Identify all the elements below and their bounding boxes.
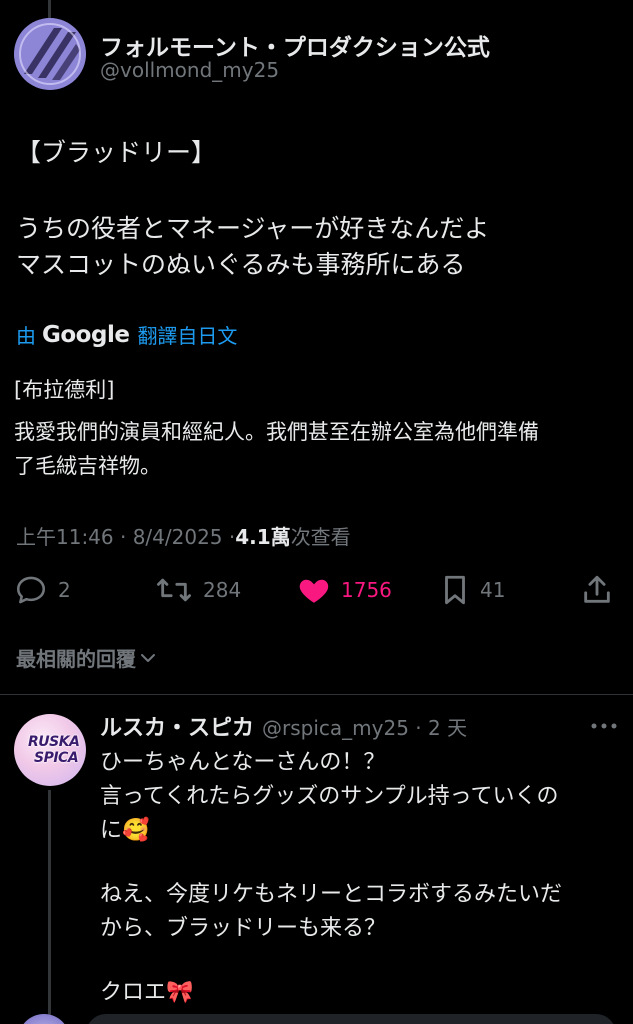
- views-label: 次查看: [290, 525, 351, 549]
- reply-header: ルスカ・スピカ @rspica_my25 · 2 天: [100, 710, 467, 742]
- translation-attribution[interactable]: 由 Google 翻譯自日文: [16, 320, 237, 349]
- avatar-logo-text: RUSKA: [28, 734, 80, 750]
- translation-source[interactable]: 翻譯自日文: [137, 320, 237, 349]
- share-icon: [584, 575, 610, 603]
- bookmark-button[interactable]: 41: [440, 572, 505, 608]
- google-logo: Google: [42, 321, 130, 348]
- like-button[interactable]: 1756: [297, 572, 392, 608]
- translated-text-line: 了毛絨吉祥物。: [14, 454, 161, 478]
- reply-compose-input[interactable]: [86, 1014, 616, 1024]
- reply-text-line: から、ブラッドリーも来る？: [100, 916, 387, 941]
- retweet-button[interactable]: 284: [155, 572, 241, 608]
- reply-text-line: 言ってくれたらグッズのサンプル持っていくの: [100, 784, 559, 809]
- replies-sort-dropdown[interactable]: 最相關的回覆: [16, 643, 158, 672]
- more-icon[interactable]: [590, 722, 618, 730]
- translation-by: 由: [16, 324, 36, 348]
- reply-icon: [16, 576, 46, 604]
- brand-logo-icon: [14, 18, 86, 90]
- retweet-count: 284: [203, 578, 242, 602]
- author-name[interactable]: フォルモーント・プロダクション公式: [100, 28, 490, 62]
- chevron-down-icon: [141, 653, 155, 662]
- bookmark-count: 41: [480, 578, 506, 602]
- timestamp[interactable]: 上午11:46 · 8/4/2025 ·: [16, 521, 235, 550]
- tweet-text-line: うちの役者とマネージャーが好きなんだよ: [16, 214, 490, 243]
- translated-text-line: [布拉德利]: [14, 378, 115, 402]
- share-button[interactable]: [580, 572, 614, 608]
- bookmark-icon: [445, 575, 465, 605]
- thread-line: [48, 0, 51, 18]
- avatar-logo-text: SPICA: [34, 750, 79, 766]
- divider: [0, 694, 633, 695]
- reply-author-name[interactable]: ルスカ・スピカ: [100, 710, 254, 742]
- heart-icon: [299, 579, 329, 603]
- replies-sort-label: 最相關的回覆: [16, 647, 136, 671]
- author-handle[interactable]: @vollmond_my25: [100, 58, 279, 82]
- reply-count: 2: [58, 578, 71, 602]
- tweet-text-line: 【ブラッドリー】: [16, 138, 217, 167]
- author-avatar[interactable]: [14, 18, 86, 90]
- reply-text-line: ねえ、今度リケもネリーとコラボするみたいだ: [100, 882, 563, 907]
- reply-avatar[interactable]: RUSKA SPICA: [14, 714, 86, 786]
- reply-text-line: クロエ🎀: [100, 980, 194, 1005]
- tweet-text-line: マスコットのぬいぐるみも事務所にある: [16, 250, 466, 279]
- thread-line: [48, 790, 51, 1024]
- views-count: 4.1萬: [235, 525, 291, 549]
- user-avatar[interactable]: [18, 1014, 70, 1024]
- like-count: 1756: [341, 578, 392, 602]
- reply-author-handle[interactable]: @rspica_my25 · 2 天: [262, 712, 467, 741]
- tweet-meta: 上午11:46 · 8/4/2025 · 4.1萬 次查看: [16, 521, 351, 550]
- reply-button[interactable]: 2: [14, 572, 71, 608]
- translated-text-line: 我愛我們的演員和經紀人。我們甚至在辦公室為他們準備: [14, 420, 539, 444]
- reply-text-line: に🥰: [100, 818, 150, 843]
- retweet-icon: [157, 578, 191, 602]
- reply-text-line: ひーちゃんとなーさんの！？: [100, 750, 386, 775]
